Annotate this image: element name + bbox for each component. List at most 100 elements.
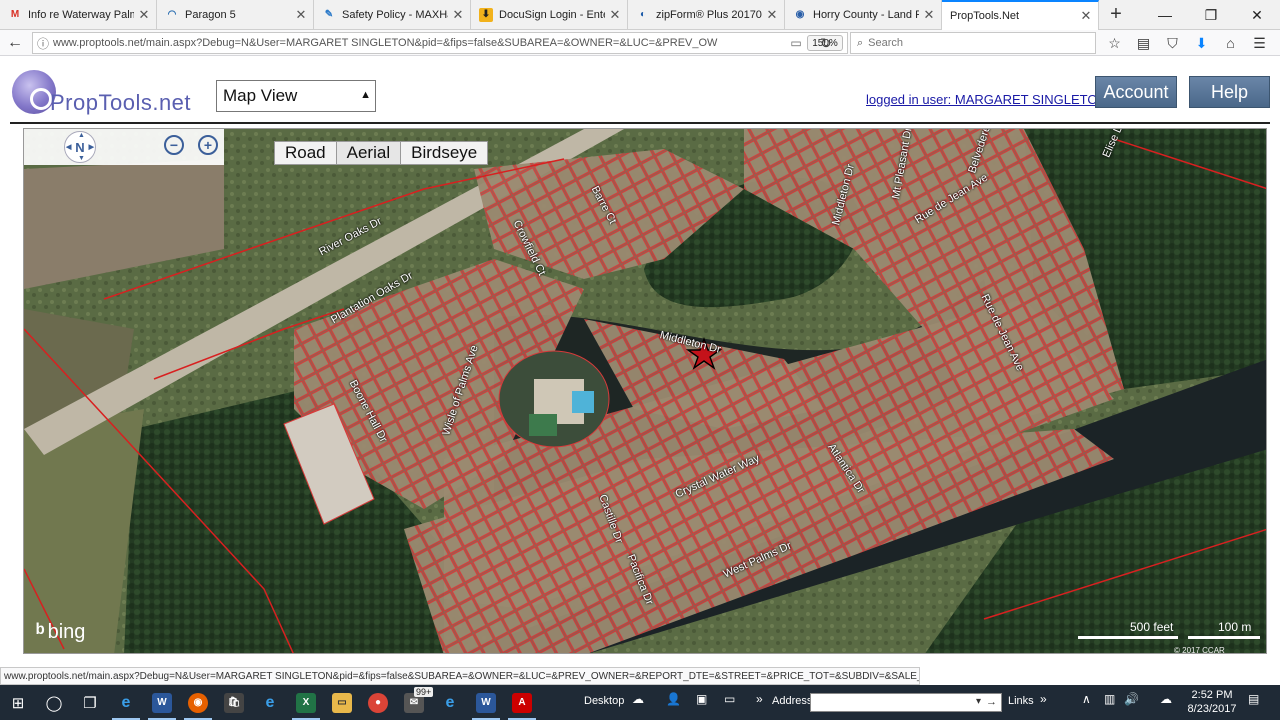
bing-logo: ᵇ bing bbox=[36, 619, 85, 645]
zoom-in-icon[interactable]: + bbox=[198, 135, 218, 155]
tab-safety-policy[interactable]: ✎ Safety Policy - MAXHap ✕ bbox=[314, 0, 471, 29]
windows-start-icon[interactable]: ⊞ bbox=[0, 685, 36, 720]
tab-title: DocuSign Login - Enter bbox=[499, 8, 605, 21]
pan-down-icon[interactable]: ▼ bbox=[78, 155, 85, 162]
chrome-icon[interactable]: ● bbox=[360, 685, 396, 720]
new-tab-button[interactable]: + bbox=[1099, 0, 1133, 29]
help-button[interactable]: Help bbox=[1189, 76, 1270, 108]
bookmark-star-icon[interactable]: ☆ bbox=[1100, 30, 1129, 56]
file-explorer-icon[interactable]: ▭ bbox=[324, 685, 360, 720]
onedrive-icon[interactable]: ☁ bbox=[632, 692, 644, 706]
back-arrow-icon[interactable]: ← bbox=[0, 31, 30, 55]
volume-icon[interactable]: 🔊 bbox=[1124, 692, 1139, 706]
close-icon[interactable]: ✕ bbox=[1080, 8, 1092, 24]
mail-badge: 99+ bbox=[414, 687, 434, 697]
zipform-icon: ◐ bbox=[639, 9, 647, 20]
address-toolbar-label: Address bbox=[772, 695, 813, 707]
notifications-icon[interactable]: ▤ bbox=[1248, 692, 1259, 706]
close-icon[interactable]: ✕ bbox=[295, 7, 307, 23]
close-icon[interactable]: ✕ bbox=[766, 7, 778, 23]
ie-icon-2[interactable]: e bbox=[432, 685, 468, 720]
pocket-icon[interactable]: ⛉ bbox=[1158, 30, 1187, 56]
tray-overflow-icon[interactable]: ∧ bbox=[1082, 692, 1091, 706]
compass-icon[interactable]: N ▲ ▼ ◀ ▶ bbox=[64, 131, 96, 163]
chevron-down-icon[interactable]: ▾ bbox=[976, 696, 981, 707]
reading-list-icon[interactable]: ▤ bbox=[1129, 30, 1158, 56]
view-select-value: Map View bbox=[223, 86, 298, 105]
pan-left-icon[interactable]: ◀ bbox=[66, 143, 71, 151]
minimize-icon[interactable]: — bbox=[1142, 0, 1188, 30]
firefox-icon[interactable]: ◉ bbox=[180, 685, 216, 720]
menu-icon[interactable]: ☰ bbox=[1245, 30, 1274, 56]
docusign-icon: ⬇ bbox=[479, 7, 493, 22]
url-bar[interactable]: ⓘ www.proptools.net/main.aspx?Debug=N&Us… bbox=[32, 32, 848, 54]
scale-feet-bar bbox=[1078, 636, 1178, 639]
aerial-map[interactable]: River Oaks Dr Plantation Oaks Dr Boone H… bbox=[23, 128, 1267, 654]
search-field[interactable]: ⌕ Search bbox=[850, 32, 1096, 54]
mail-icon[interactable]: ✉ 99+ bbox=[396, 685, 434, 720]
tab-paragon[interactable]: ◠ Paragon 5 ✕ bbox=[157, 0, 314, 29]
more-toolbar-icon[interactable]: » bbox=[756, 692, 763, 706]
tab-title: zipForm® Plus 201707... bbox=[656, 8, 762, 21]
gmail-icon: M bbox=[10, 9, 20, 20]
links-more-icon[interactable]: » bbox=[1040, 692, 1047, 706]
tab-title: Paragon 5 bbox=[185, 8, 236, 21]
url-text: www.proptools.net/main.aspx?Debug=N&User… bbox=[53, 37, 718, 49]
navigation-bar: ← ⓘ www.proptools.net/main.aspx?Debug=N&… bbox=[0, 30, 1280, 56]
word-icon-2[interactable]: W bbox=[468, 685, 504, 720]
excel-icon[interactable]: X bbox=[288, 685, 324, 720]
close-icon[interactable]: ✕ bbox=[452, 7, 464, 23]
address-toolbar-input[interactable]: ▾ → bbox=[810, 693, 1002, 712]
tab-info-waterway-palms[interactable]: M Info re Waterway Palms ✕ bbox=[0, 0, 157, 29]
user-folder-icon[interactable]: 👤 bbox=[666, 692, 681, 706]
close-icon[interactable]: ✕ bbox=[138, 7, 150, 23]
network-icon[interactable]: ▣ bbox=[696, 692, 707, 706]
tab-zipform[interactable]: ◐ zipForm® Plus 201707... ✕ bbox=[628, 0, 785, 29]
go-arrow-icon[interactable]: → bbox=[986, 696, 997, 708]
folder-icon[interactable]: ▭ bbox=[724, 692, 735, 706]
edge-icon[interactable]: e bbox=[108, 685, 144, 720]
window-close-icon[interactable]: ✕ bbox=[1234, 0, 1280, 30]
logged-in-user-link[interactable]: logged in user: MARGARET SINGLETON bbox=[866, 92, 1107, 107]
network-tray-icon[interactable]: ▥ bbox=[1104, 692, 1115, 706]
reload-icon[interactable]: ↻ bbox=[820, 35, 832, 52]
acrobat-icon[interactable]: A bbox=[504, 685, 540, 720]
cortana-search-icon[interactable]: ◯ bbox=[36, 685, 72, 720]
onedrive-tray-icon[interactable]: ☁ bbox=[1160, 692, 1172, 706]
close-icon[interactable]: ✕ bbox=[609, 7, 621, 23]
links-toolbar-label[interactable]: Links bbox=[1008, 695, 1034, 707]
reader-view-icon[interactable]: ▭ bbox=[785, 36, 807, 50]
window-controls: — ❐ ✕ bbox=[1142, 0, 1280, 30]
zoom-out-icon[interactable]: − bbox=[164, 135, 184, 155]
task-view-icon[interactable]: ❐ bbox=[72, 685, 108, 720]
pan-right-icon[interactable]: ▶ bbox=[89, 143, 94, 151]
scale-feet-label: 500 feet bbox=[1130, 620, 1174, 634]
search-placeholder: Search bbox=[868, 37, 904, 49]
system-clock[interactable]: 2:52 PM 8/23/2017 bbox=[1182, 688, 1242, 716]
ie-icon[interactable]: e bbox=[252, 685, 288, 720]
download-icon[interactable]: ⬇ bbox=[1187, 30, 1216, 56]
account-button[interactable]: Account bbox=[1095, 76, 1177, 108]
tab-title: Horry County - Land Re bbox=[813, 8, 919, 21]
desktop-toolbar-label[interactable]: Desktop bbox=[584, 695, 624, 707]
tab-title: PropTools.Net bbox=[950, 10, 1020, 22]
search-icon: ⌕ bbox=[857, 36, 864, 49]
map-type-aerial-button[interactable]: Aerial bbox=[335, 141, 402, 165]
info-icon[interactable]: ⓘ bbox=[33, 35, 53, 52]
proptools-logo[interactable]: PropTools.net bbox=[10, 68, 210, 120]
word-icon[interactable]: W bbox=[144, 685, 180, 720]
store-icon[interactable]: 🛍 bbox=[216, 685, 252, 720]
close-icon[interactable]: ✕ bbox=[923, 7, 935, 23]
map-type-birdseye-button[interactable]: Birdseye bbox=[400, 141, 489, 165]
tab-horry-county[interactable]: ◉ Horry County - Land Re ✕ bbox=[785, 0, 942, 29]
map-type-road-button[interactable]: Road bbox=[274, 141, 337, 165]
view-select[interactable]: Map View ▲ bbox=[216, 80, 376, 112]
tab-docusign[interactable]: ⬇ DocuSign Login - Enter ✕ bbox=[471, 0, 628, 29]
tab-proptools[interactable]: PropTools.Net ✕ bbox=[942, 0, 1099, 30]
browser-tab-strip: M Info re Waterway Palms ✕ ◠ Paragon 5 ✕… bbox=[0, 0, 1280, 30]
home-icon[interactable]: ⌂ bbox=[1216, 30, 1245, 56]
horry-icon: ◉ bbox=[795, 9, 805, 20]
page-header: PropTools.net Map View ▲ logged in user:… bbox=[0, 56, 1280, 128]
restore-icon[interactable]: ❐ bbox=[1188, 0, 1234, 30]
pan-up-icon[interactable]: ▲ bbox=[78, 132, 85, 139]
